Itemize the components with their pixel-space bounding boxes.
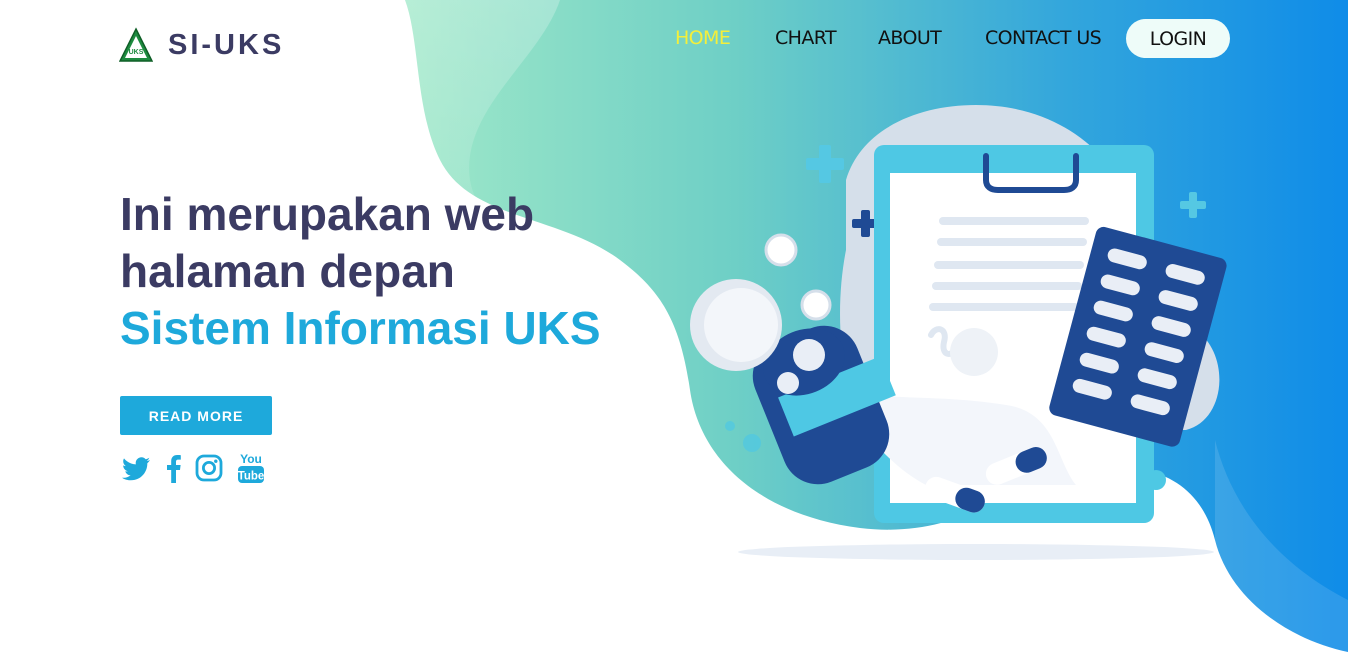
bottle-cap xyxy=(690,279,782,371)
read-more-button[interactable]: READ MORE xyxy=(120,396,272,435)
stamp xyxy=(950,328,998,376)
hero-highlight: Sistem Informasi UKS xyxy=(120,302,601,354)
ground-shadow xyxy=(738,544,1214,560)
medical-clipboard-illustration xyxy=(690,105,1227,560)
nav-item-about[interactable]: ABOUT xyxy=(878,27,942,49)
hero-heading: Ini merupakan web halaman depan Sistem I… xyxy=(120,186,601,357)
nav-item-contact-us[interactable]: CONTACT US xyxy=(985,27,1102,49)
hero-section: Ini merupakan web halaman depan Sistem I… xyxy=(120,186,601,357)
plus-icon xyxy=(1180,192,1206,218)
login-button[interactable]: LOGIN xyxy=(1126,19,1230,58)
twitter-icon[interactable] xyxy=(122,454,152,487)
social-links: You Tube xyxy=(122,451,278,490)
plus-icon xyxy=(806,145,844,183)
svg-text:You: You xyxy=(240,452,262,466)
hero-line-2: halaman depan xyxy=(120,245,455,297)
hero-line-1: Ini merupakan web xyxy=(120,188,535,240)
decor-dot xyxy=(743,434,761,452)
instagram-icon[interactable] xyxy=(194,453,224,488)
nav-item-home[interactable]: HOME xyxy=(675,27,731,49)
svg-text:Tube: Tube xyxy=(238,471,265,483)
facebook-icon[interactable] xyxy=(164,453,182,488)
youtube-icon[interactable]: You Tube xyxy=(236,451,266,490)
nav-item-chart[interactable]: CHART xyxy=(775,27,837,49)
decor-dot xyxy=(725,421,735,431)
main-nav: HOME CHART ABOUT CONTACT US LOGIN xyxy=(0,19,1348,59)
